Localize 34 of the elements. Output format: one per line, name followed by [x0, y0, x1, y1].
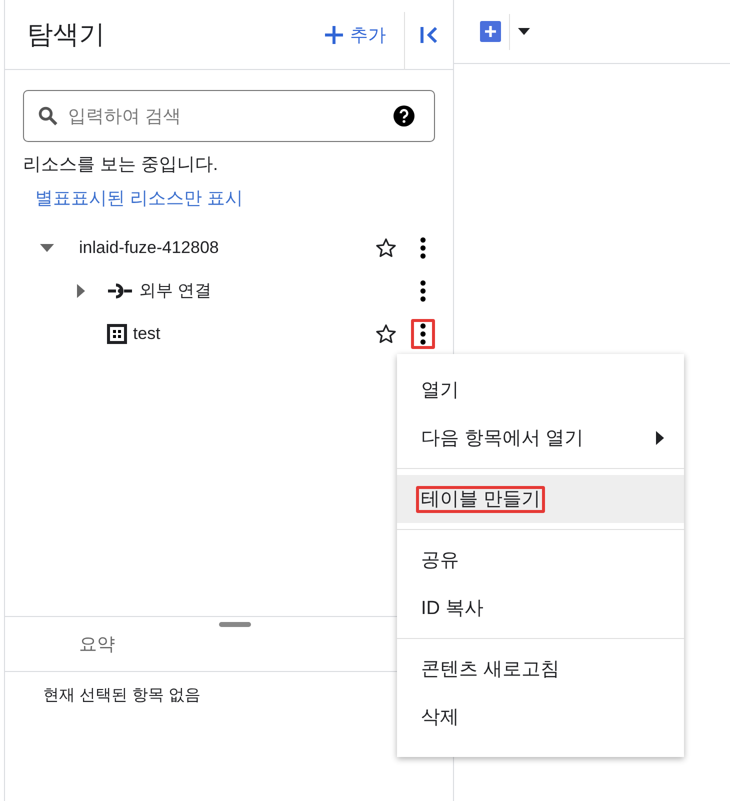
starred-filter-link[interactable]: 별표표시된 리소스만 표시: [35, 186, 244, 210]
resize-handle[interactable]: [219, 622, 251, 627]
tree-item-label[interactable]: inlaid-fuze-412808: [79, 238, 375, 258]
star-icon[interactable]: [375, 322, 397, 344]
panel-title: 탐색기: [27, 18, 106, 51]
menu-item[interactable]: 열기: [397, 366, 684, 414]
collapse-panel-icon: [419, 24, 439, 44]
help-icon[interactable]: [393, 105, 415, 127]
more-icon: [420, 322, 426, 344]
add-tab-button[interactable]: [480, 21, 501, 42]
status-text: 리소스를 보는 중입니다.: [23, 153, 220, 176]
menu-item[interactable]: 공유: [397, 536, 684, 584]
caret-icon: [518, 28, 530, 35]
menu-item[interactable]: ID 복사: [397, 584, 684, 632]
menu-item[interactable]: 다음 항목에서 열기: [397, 414, 684, 462]
star-icon[interactable]: [375, 236, 397, 258]
tree-item-label[interactable]: test: [133, 324, 375, 344]
search-icon: [37, 105, 59, 127]
connection-icon: [107, 282, 133, 300]
tree-item-label[interactable]: 외부 연결: [139, 279, 397, 302]
plus-icon: [324, 24, 344, 44]
more-icon: [420, 236, 426, 258]
submenu-arrow-icon: [656, 431, 664, 445]
add-button[interactable]: 추가: [316, 18, 394, 50]
more-button[interactable]: [411, 318, 435, 348]
dataset-icon: [107, 324, 127, 344]
plus-icon: [484, 25, 497, 38]
menu-item[interactable]: 콘텐츠 새로고침: [397, 645, 684, 693]
empty-selection-text: 현재 선택된 항목 없음: [42, 686, 202, 706]
details-tab[interactable]: 요약: [65, 632, 129, 671]
menu-item[interactable]: 삭제: [397, 693, 684, 741]
search-field[interactable]: 입력하여 검색: [23, 90, 435, 142]
menu-item[interactable]: 테이블 만들기: [397, 475, 684, 523]
more-icon: [420, 280, 426, 302]
